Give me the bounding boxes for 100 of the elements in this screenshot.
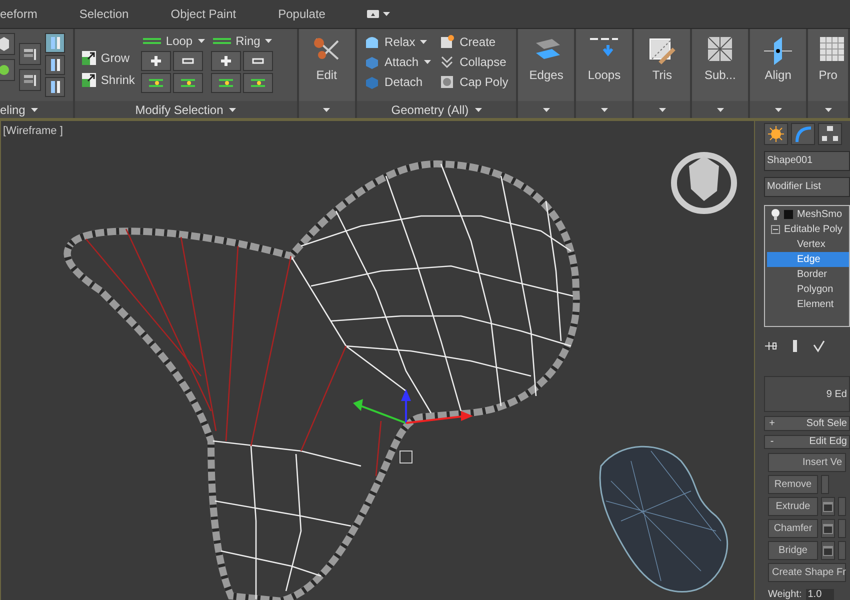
- edge-lines-icon: [218, 77, 233, 89]
- loop-lines-icon: [142, 36, 161, 46]
- check-icon: [812, 339, 826, 353]
- modifier-list-dropdown[interactable]: Modifier List: [764, 177, 850, 197]
- group-label-button[interactable]: Geometry (All): [356, 101, 516, 118]
- select-loop-button[interactable]: [140, 73, 171, 93]
- group-label-button[interactable]: eling: [0, 101, 73, 118]
- edge-lines-icon: [180, 77, 195, 89]
- caret-icon: [265, 39, 272, 43]
- caret-icon: [229, 108, 236, 112]
- settings-button[interactable]: [821, 541, 835, 560]
- geometry-button[interactable]: Relax: [362, 33, 433, 51]
- geometry-button[interactable]: Detach: [362, 73, 433, 91]
- modify-tab[interactable]: [791, 123, 815, 145]
- align-plane-icon: [762, 35, 794, 65]
- ribbon-button[interactable]: Pro: [808, 29, 848, 101]
- hierarchy-tab[interactable]: [818, 123, 842, 145]
- subobject-item[interactable]: Border: [767, 267, 849, 282]
- edge-tool-button[interactable]: Extrude: [768, 497, 818, 516]
- chevron-icon: [438, 54, 455, 70]
- subobject-item[interactable]: Polygon: [767, 282, 849, 297]
- move-tool-button[interactable]: [19, 69, 41, 91]
- sun-icon: [767, 125, 785, 143]
- grow-loop-button[interactable]: [140, 51, 171, 71]
- pin-tool-button[interactable]: [45, 55, 65, 75]
- edit-button[interactable]: Edit: [298, 29, 355, 101]
- transform-gizmo-icon: [353, 389, 473, 464]
- object-name-field[interactable]: Shape001: [764, 151, 850, 171]
- rollout-header[interactable]: - Edit Edg: [764, 434, 850, 450]
- subobject-item[interactable]: Vertex: [767, 237, 849, 252]
- modifier-stack[interactable]: MeshSmo Editable Poly Vertex Edge Border Polygon Element: [764, 205, 850, 327]
- settings-window-icon: [823, 502, 833, 512]
- ribbon-tab[interactable]: Selection: [75, 7, 153, 21]
- loop-button[interactable]: Loop: [140, 33, 207, 49]
- viewport-label[interactable]: [Wireframe ]: [3, 125, 63, 137]
- geometry-button[interactable]: Collapse: [436, 53, 510, 71]
- viewport[interactable]: [Wireframe ]: [0, 121, 755, 600]
- grow-button[interactable]: Grow: [80, 50, 137, 66]
- caret-icon: [774, 108, 782, 112]
- caret-icon: [542, 108, 550, 112]
- grow-loop-button[interactable]: [210, 51, 241, 71]
- geometry-button[interactable]: Attach: [362, 53, 433, 71]
- shrink-loop-button[interactable]: [242, 51, 273, 71]
- cube-icon: [0, 37, 10, 51]
- edge-tool-button[interactable]: Bridge: [768, 541, 818, 560]
- subobject-item[interactable]: Edge: [767, 252, 849, 267]
- tool-icon: [23, 73, 37, 87]
- caret-icon: [658, 108, 666, 112]
- ribbon-tab[interactable]: Populate: [274, 7, 350, 21]
- create-tab[interactable]: [764, 123, 788, 145]
- settings-button[interactable]: [821, 519, 835, 538]
- geometry-button[interactable]: Cap Poly: [436, 73, 510, 91]
- bulb-icon: [771, 209, 780, 220]
- ribbon-tab[interactable]: Object Paint: [166, 7, 260, 21]
- settings-button[interactable]: [821, 497, 835, 516]
- ribbon-button[interactable]: Sub...: [692, 29, 748, 101]
- shrink-icon: [82, 73, 96, 87]
- selection-info: 9 Ed: [826, 388, 847, 400]
- dome-icon: [364, 34, 380, 50]
- edge-lines-icon: [148, 77, 163, 89]
- ribbon-tab[interactable]: eeform: [0, 7, 62, 21]
- loop-options-button[interactable]: [242, 73, 273, 93]
- caret-icon: [323, 108, 330, 112]
- highlight-tool-button[interactable]: [45, 33, 65, 53]
- stack-item[interactable]: Editable Poly: [784, 224, 842, 235]
- weight-field[interactable]: 1.0: [806, 589, 834, 600]
- grow-icon: [82, 51, 96, 65]
- ribbon-button[interactable]: Tris: [634, 29, 690, 101]
- hierarchy-icon: [821, 125, 839, 143]
- shrink-loop-button[interactable]: [172, 51, 203, 71]
- select-loop-button[interactable]: [210, 73, 241, 93]
- create-shape-button[interactable]: Create Shape Fr: [768, 563, 846, 582]
- group-label-button[interactable]: Modify Selection: [74, 101, 297, 118]
- rollout-header[interactable]: + Soft Sele: [764, 416, 850, 431]
- loop-options-button[interactable]: [172, 73, 203, 93]
- insert-vertex-button[interactable]: Insert Ve: [768, 453, 846, 472]
- edge-tool-button[interactable]: Remove: [768, 475, 818, 494]
- viewcube-icon: [671, 152, 737, 214]
- tool-icon: [48, 80, 62, 94]
- collapse-icon: [771, 225, 780, 234]
- ribbon-button[interactable]: Edges: [518, 29, 574, 101]
- ring-button[interactable]: Ring: [210, 33, 274, 49]
- align-tool-button[interactable]: [19, 43, 41, 65]
- options-dropdown-button[interactable]: [808, 101, 848, 118]
- settings-window-icon: [823, 546, 833, 556]
- caret-icon: [198, 39, 205, 43]
- subobject-item[interactable]: Element: [767, 297, 849, 312]
- caret-icon: [31, 108, 38, 112]
- shrink-button[interactable]: Shrink: [80, 72, 137, 88]
- pipette-tool-button[interactable]: [45, 77, 65, 97]
- settings-window-icon: [823, 524, 833, 534]
- square-icon: [438, 34, 455, 50]
- edge-tool-button[interactable]: Chamfer: [768, 519, 818, 538]
- cube-icon: [364, 54, 380, 70]
- stack-item[interactable]: MeshSmo: [797, 209, 842, 220]
- ribbon-button[interactable]: Align: [750, 29, 806, 101]
- plus-icon: [148, 55, 163, 67]
- caret-icon: [600, 108, 608, 112]
- geometry-button[interactable]: Create: [436, 33, 510, 51]
- ribbon-button[interactable]: Loops: [576, 29, 632, 101]
